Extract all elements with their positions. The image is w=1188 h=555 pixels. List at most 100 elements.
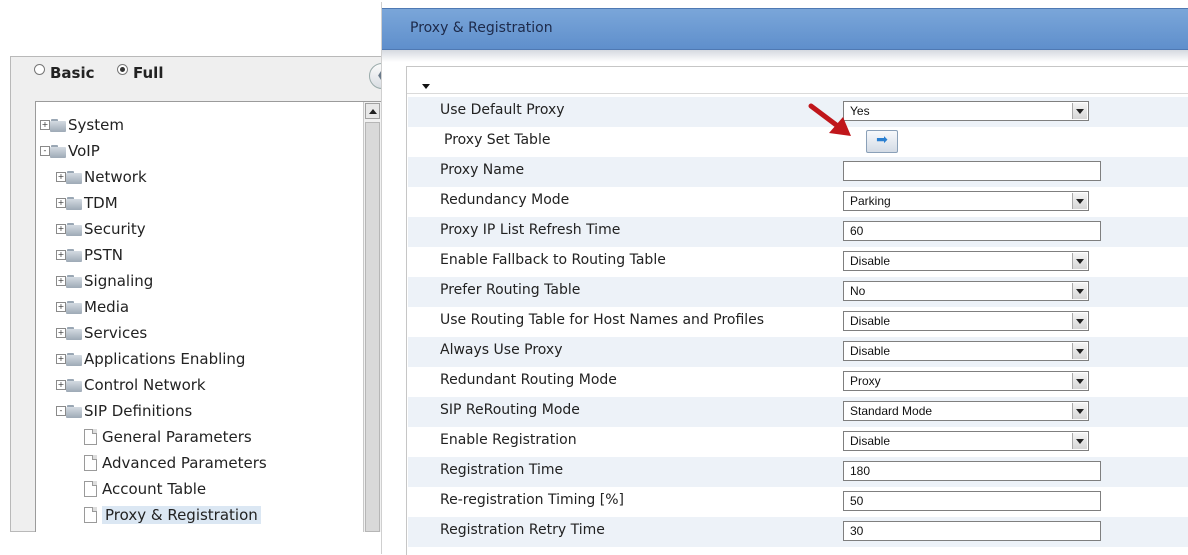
enable-fallback-select[interactable]: Disable <box>843 251 1089 271</box>
field-label: Use Default Proxy <box>440 102 565 118</box>
dropdown-arrow-icon[interactable] <box>1072 193 1087 209</box>
sip-rerouting-mode-select[interactable]: Standard Mode <box>843 401 1089 421</box>
tree-item-label: Proxy & Registration <box>102 506 261 524</box>
tree-item-label: Applications Enabling <box>84 350 246 368</box>
row-sip-rerouting-mode: SIP ReRouting Mode Standard Mode <box>408 397 1188 427</box>
input-value: 30 <box>850 524 864 538</box>
folder-icon <box>66 248 82 262</box>
tree-item-label: TDM <box>84 194 118 212</box>
collapse-icon[interactable]: - <box>40 146 50 156</box>
arrow-right-icon: ➡ <box>876 132 888 148</box>
dropdown-arrow-icon[interactable] <box>1072 343 1087 359</box>
proxy-name-input[interactable] <box>843 161 1101 181</box>
tree-item-applications-enabling[interactable]: + Applications Enabling <box>56 348 245 370</box>
tree-scrollbar[interactable] <box>363 102 382 532</box>
page-title: Proxy & Registration <box>410 20 553 36</box>
dropdown-arrow-icon[interactable] <box>1072 403 1087 419</box>
scroll-thumb[interactable] <box>365 122 380 532</box>
select-value: Disable <box>850 344 891 358</box>
expand-icon[interactable]: + <box>56 276 66 286</box>
dropdown-arrow-icon[interactable] <box>1072 373 1087 389</box>
tree-item-tdm[interactable]: + TDM <box>56 192 118 214</box>
tree-item-label: Services <box>84 324 148 342</box>
tree-item-account-table[interactable]: Account Table <box>84 478 206 500</box>
dropdown-arrow-icon[interactable] <box>1072 103 1087 119</box>
registration-time-input[interactable]: 180 <box>843 461 1101 481</box>
folder-icon <box>66 352 82 366</box>
row-enable-fallback: Enable Fallback to Routing Table Disable <box>408 247 1188 277</box>
section-divider <box>407 93 1188 94</box>
field-label: Redundancy Mode <box>440 192 570 208</box>
select-value: Proxy <box>850 374 881 388</box>
expand-icon[interactable]: + <box>56 224 66 234</box>
tree-item-general-parameters[interactable]: General Parameters <box>84 426 252 448</box>
tree-item-voip[interactable]: - VoIP <box>40 140 100 162</box>
tree-item-sip-definitions[interactable]: - SIP Definitions <box>56 400 192 422</box>
use-default-proxy-select[interactable]: Yes <box>843 101 1089 121</box>
field-label: Always Use Proxy <box>440 342 563 358</box>
registration-retry-time-input[interactable]: 30 <box>843 521 1101 541</box>
folder-icon <box>50 118 66 132</box>
select-value: Standard Mode <box>850 404 933 418</box>
redundant-routing-mode-select[interactable]: Proxy <box>843 371 1089 391</box>
folder-icon <box>66 196 82 210</box>
proxy-ip-list-refresh-time-input[interactable]: 60 <box>843 221 1101 241</box>
prefer-routing-table-select[interactable]: No <box>843 281 1089 301</box>
dropdown-arrow-icon[interactable] <box>1072 433 1087 449</box>
page-icon <box>84 507 97 523</box>
expand-icon[interactable]: + <box>40 120 50 130</box>
dropdown-arrow-icon[interactable] <box>1072 253 1087 269</box>
full-mode-option[interactable]: Full <box>117 63 163 82</box>
expand-icon[interactable]: + <box>56 354 66 364</box>
tree-item-media[interactable]: + Media <box>56 296 129 318</box>
tree-item-advanced-parameters[interactable]: Advanced Parameters <box>84 452 267 474</box>
reregistration-timing-input[interactable]: 50 <box>843 491 1101 511</box>
field-label: Enable Registration <box>440 432 577 448</box>
collapse-icon[interactable]: - <box>56 406 66 416</box>
tree-item-system[interactable]: + System <box>40 114 124 136</box>
expand-icon[interactable]: + <box>56 250 66 260</box>
row-redundant-routing-mode: Redundant Routing Mode Proxy <box>408 367 1188 397</box>
basic-radio[interactable] <box>34 63 45 75</box>
row-reregistration-timing: Re-registration Timing [%] 50 <box>408 487 1188 517</box>
tree-item-label: Media <box>84 298 130 316</box>
expand-icon[interactable]: + <box>56 302 66 312</box>
always-use-proxy-select[interactable]: Disable <box>843 341 1089 361</box>
tree-item-label: Signaling <box>84 272 154 290</box>
tree-item-network[interactable]: + Network <box>56 166 147 188</box>
tree-item-control-network[interactable]: + Control Network <box>56 374 206 396</box>
full-radio[interactable] <box>117 63 128 75</box>
tree-item-label: Network <box>84 168 147 186</box>
folder-icon <box>66 326 82 340</box>
select-value: Disable <box>850 254 891 268</box>
expand-icon[interactable]: + <box>56 172 66 182</box>
row-proxy-name: Proxy Name <box>408 157 1188 187</box>
dropdown-arrow-icon[interactable] <box>1072 283 1087 299</box>
navigation-tree: + System - VoIP + Network + TDM + Securi… <box>35 101 383 532</box>
section-collapse-icon[interactable] <box>422 84 430 89</box>
mode-selector: Basic Full ❮ <box>11 57 404 94</box>
tree-item-services[interactable]: + Services <box>56 322 147 344</box>
tree-item-label: SIP Definitions <box>84 402 193 420</box>
tree-item-pstn[interactable]: + PSTN <box>56 244 123 266</box>
expand-icon[interactable]: + <box>56 198 66 208</box>
enable-registration-select[interactable]: Disable <box>843 431 1089 451</box>
tree-item-label: System <box>68 116 124 134</box>
expand-icon[interactable]: + <box>56 380 66 390</box>
dropdown-arrow-icon[interactable] <box>1072 313 1087 329</box>
basic-mode-option[interactable]: Basic <box>34 63 95 82</box>
redundancy-mode-select[interactable]: Parking <box>843 191 1089 211</box>
scroll-up-icon[interactable] <box>365 103 380 119</box>
tree-item-proxy-registration[interactable]: Proxy & Registration <box>84 504 261 526</box>
row-enable-registration: Enable Registration Disable <box>408 427 1188 457</box>
proxy-set-table-arrow-button[interactable]: ➡ <box>866 130 898 153</box>
tree-item-label: VoIP <box>68 142 100 160</box>
folder-icon <box>66 300 82 314</box>
tree-item-security[interactable]: + Security <box>56 218 146 240</box>
select-value: Disable <box>850 314 891 328</box>
tree-item-signaling[interactable]: + Signaling <box>56 270 153 292</box>
title-shadow <box>382 50 1188 62</box>
expand-icon[interactable]: + <box>56 328 66 338</box>
use-routing-table-host-names-select[interactable]: Disable <box>843 311 1089 331</box>
field-label: Use Routing Table for Host Names and Pro… <box>440 312 765 328</box>
